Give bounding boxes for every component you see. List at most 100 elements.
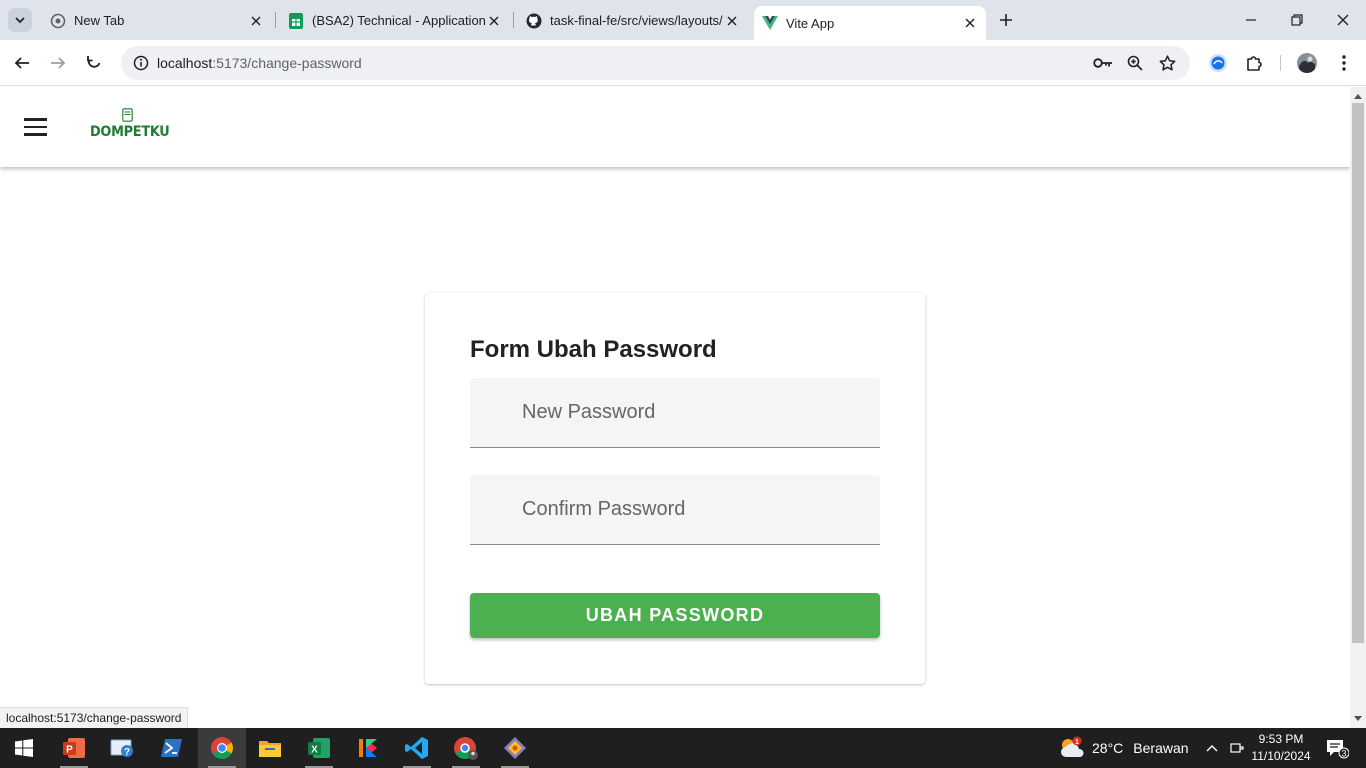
app-header: DOMPETKU [0,87,1350,167]
new-password-field[interactable] [470,378,880,448]
back-button[interactable] [10,51,34,75]
file-explorer-icon [259,741,281,757]
taskbar-intellij[interactable] [344,728,392,768]
svg-text:X: X [311,745,318,756]
show-hidden-icons-button[interactable] [1203,728,1221,768]
start-button[interactable] [0,728,48,768]
weather-temp: 28°C [1092,740,1124,756]
intellij-icon [359,739,377,757]
browser-toolbar: localhost:5173/change-password [0,40,1366,86]
close-tab-icon[interactable] [724,13,740,29]
clock-date: 11/10/2024 [1251,749,1311,763]
tab-title: (BSA2) Technical - Application F [312,13,486,28]
page-scrollbar[interactable] [1350,87,1366,728]
scrollbar-thumb[interactable] [1352,103,1364,643]
forward-button[interactable] [46,51,70,75]
hamburger-menu-icon[interactable] [20,113,50,141]
wallet-logo-icon [122,108,133,122]
tab-new-tab[interactable]: New Tab [42,7,272,34]
chrome-profile-icon [454,737,478,760]
minimize-icon [1246,19,1256,21]
taskbar-chrome-profile[interactable] [442,728,490,768]
taskbar-powerpoint[interactable]: P [50,728,98,768]
scroll-down-arrow-icon[interactable] [1354,715,1362,723]
tab-github[interactable]: task-final-fe/src/views/layouts/ [518,7,748,34]
tray-device-icon[interactable] [1227,728,1247,768]
vue-icon [762,15,778,31]
change-password-card: Form Ubah Password UBAH PASSWORD [425,293,925,684]
close-icon [1337,14,1349,26]
password-key-icon[interactable] [1092,52,1114,74]
profile-avatar[interactable] [1295,51,1319,75]
browser-tab-strip: New Tab (BSA2) Technical - Application F… [0,0,1366,40]
url-path: :5173/change-password [212,55,362,71]
weather-desc: Berawan [1133,740,1189,756]
taskbar-git[interactable] [491,728,539,768]
zoom-icon[interactable] [1124,52,1146,74]
chrome-menu-icon[interactable] [1332,51,1356,75]
tab-divider [275,12,276,28]
plus-icon [1000,14,1012,26]
svg-text:?: ? [124,747,130,758]
url-text[interactable]: localhost:5173/change-password [157,55,362,71]
chrome-newtab-icon [50,13,66,29]
dompetku-logo[interactable]: DOMPETKU [90,107,170,147]
arrow-right-icon [51,57,66,69]
restore-button[interactable] [1274,0,1320,40]
tab-title: Vite App [786,15,835,31]
new-tab-button[interactable] [996,10,1016,30]
chevron-up-icon [1206,745,1218,752]
chrome-icon [211,737,233,759]
weather-widget[interactable]: 1 28°C Berawan [1058,728,1189,768]
scroll-up-arrow-icon[interactable] [1354,92,1362,100]
reload-button[interactable] [82,51,106,75]
tab-search-button[interactable] [8,8,32,32]
ubah-password-button[interactable]: UBAH PASSWORD [470,593,880,638]
clock-time: 9:53 PM [1258,732,1304,746]
tab-title: task-final-fe/src/views/layouts/ [550,13,723,28]
notification-center-button[interactable]: 3 [1320,728,1354,768]
git-icon [504,737,526,759]
confirm-password-field[interactable] [470,475,880,545]
tab-title: New Tab [74,13,125,28]
powershell-icon [161,739,182,757]
restore-icon [1291,14,1303,26]
taskbar-chrome[interactable] [198,728,246,768]
confirm-password-input[interactable] [470,475,880,544]
bookmark-star-icon[interactable] [1156,52,1178,74]
logo-text: DOMPETKU [90,124,170,140]
status-bar-url: localhost:5173/change-password [0,707,189,728]
taskbar-vscode[interactable] [393,728,441,768]
powerpoint-icon: P [63,738,85,758]
close-tab-icon[interactable] [962,15,978,31]
system-clock[interactable]: 9:53 PM 11/10/2024 [1246,731,1316,765]
new-password-input[interactable] [470,378,880,447]
page-viewport: DOMPETKU Form Ubah Password UBAH PASSWOR… [0,87,1350,728]
extensions-puzzle-icon[interactable] [1242,51,1266,75]
extension-blue-icon[interactable] [1206,51,1230,75]
notification-count: 3 [1341,749,1346,759]
windows-taskbar: P ? X 1 28°C Berawan 9:53 PM 11/10/2024 … [0,728,1366,768]
svg-text:P: P [66,745,73,756]
partly-cloudy-icon: 1 [1061,736,1084,757]
taskbar-powershell[interactable] [148,728,196,768]
reload-icon [87,56,101,68]
arrow-left-icon [14,57,29,69]
address-bar[interactable]: localhost:5173/change-password [121,46,1190,80]
help-app-icon: ? [110,739,133,758]
chevron-down-icon [15,17,25,24]
close-tab-icon[interactable] [248,13,264,29]
taskbar-file-explorer[interactable] [246,728,294,768]
taskbar-help-app[interactable]: ? [99,728,147,768]
form-title: Form Ubah Password [470,336,717,363]
github-icon [526,13,542,29]
close-tab-icon[interactable] [486,13,502,29]
tab-bsa2-technical[interactable]: (BSA2) Technical - Application F [280,7,510,34]
windows-logo-icon [15,739,33,757]
url-host: localhost [157,55,213,71]
close-window-button[interactable] [1320,0,1366,40]
minimize-button[interactable] [1228,0,1274,40]
site-info-icon[interactable] [129,51,153,75]
tab-vite-app[interactable]: Vite App [754,6,986,40]
taskbar-excel[interactable]: X [295,728,343,768]
